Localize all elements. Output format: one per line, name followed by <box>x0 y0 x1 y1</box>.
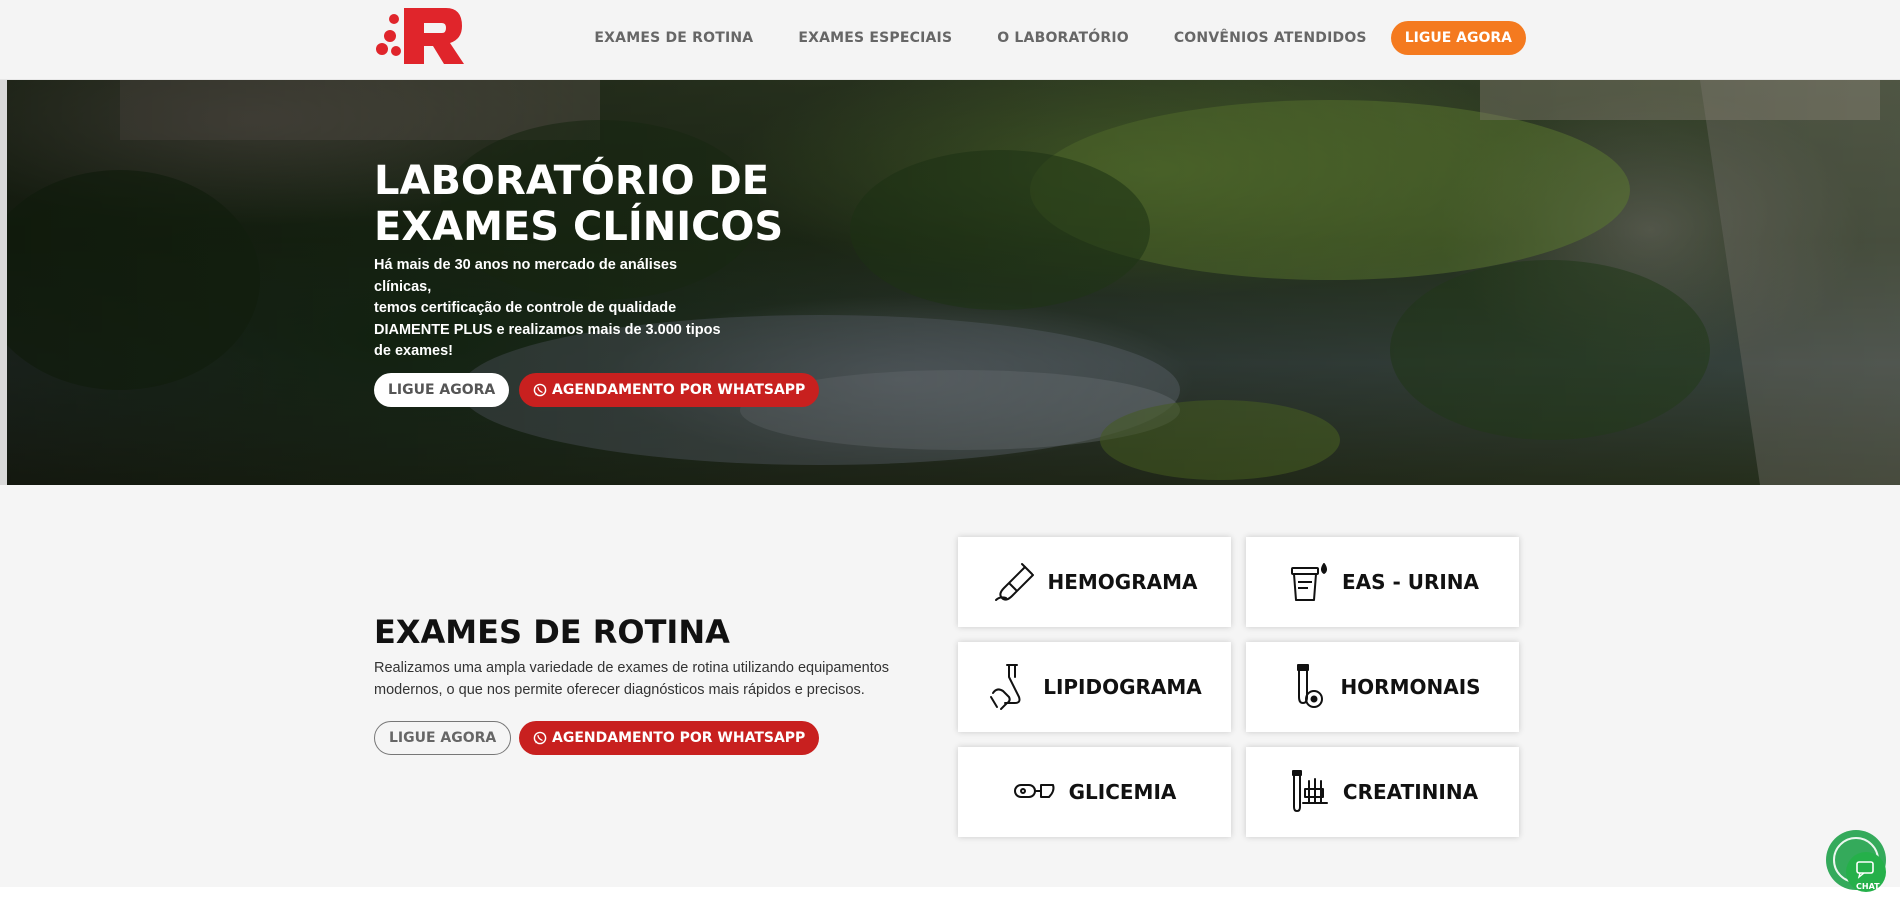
hero-text-line: Há mais de 30 anos no mercado de análise… <box>374 257 678 295</box>
exam-card-label: CREATININA <box>1342 780 1479 804</box>
section-title: EXAMES DE ROTINA <box>374 613 730 651</box>
section-description: Realizamos uma ampla variedade de exames… <box>374 658 914 701</box>
exam-card-glicemia[interactable]: GLICEMIA <box>958 747 1231 837</box>
chat-widget[interactable]: CHAT <box>1822 828 1892 898</box>
hero-description: Há mais de 30 anos no mercado de análise… <box>374 255 724 363</box>
nav-o-laboratorio[interactable]: O LABORATÓRIO <box>997 30 1129 46</box>
section-whatsapp-label: AGENDAMENTO POR WHATSAPP <box>552 730 806 746</box>
whatsapp-icon <box>533 383 547 397</box>
site-header: EXAMES DE ROTINA EXAMES ESPECIAIS O LABO… <box>0 0 1900 80</box>
exam-card-eas-urina[interactable]: EAS - URINA <box>1246 537 1519 627</box>
exam-card-label: HEMOGRAMA <box>1047 570 1198 594</box>
exam-card-hormonais[interactable]: HORMONAIS <box>1246 642 1519 732</box>
hero-whatsapp-label: AGENDAMENTO POR WHATSAPP <box>552 382 806 398</box>
hand-flask-icon <box>987 664 1031 710</box>
exam-card-label: EAS - URINA <box>1341 570 1480 594</box>
nav-exames-especiais[interactable]: EXAMES ESPECIAIS <box>798 30 952 46</box>
test-tube-icon <box>992 559 1036 605</box>
logo[interactable] <box>374 6 466 66</box>
hero-overlay <box>0 80 1900 485</box>
urine-cup-icon <box>1286 559 1330 605</box>
hero-text-line: DIAMENTE PLUS e realizamos mais de 3.000… <box>374 321 721 338</box>
exam-card-hemograma[interactable]: HEMOGRAMA <box>958 537 1231 627</box>
chat-label: CHAT <box>1856 882 1880 891</box>
exam-card-label: GLICEMIA <box>1068 780 1177 804</box>
tubes-rack-icon <box>1287 769 1331 815</box>
section-text-line: modernos, o que nos permite oferecer dia… <box>374 681 865 698</box>
exam-card-creatinina[interactable]: CREATININA <box>1246 747 1519 837</box>
glucose-meter-icon <box>1013 769 1057 815</box>
hero-whatsapp-button[interactable]: AGENDAMENTO POR WHATSAPP <box>519 373 820 407</box>
nav-convenios[interactable]: CONVÊNIOS ATENDIDOS <box>1174 30 1367 46</box>
hero-title: LABORATÓRIO DE EXAMES CLÍNICOS <box>374 158 934 250</box>
whatsapp-icon <box>533 731 547 745</box>
header-call-button[interactable]: LIGUE AGORA <box>1390 21 1526 55</box>
exam-card-label: LIPIDOGRAMA <box>1043 675 1202 699</box>
tube-hormone-icon <box>1284 664 1328 710</box>
section-text-line: Realizamos uma ampla variedade de exames… <box>374 660 890 676</box>
hero-edge <box>0 80 7 485</box>
hero-banner: LABORATÓRIO DE EXAMES CLÍNICOS Há mais d… <box>0 80 1900 485</box>
hero-call-button[interactable]: LIGUE AGORA <box>374 373 510 407</box>
exam-card-lipidograma[interactable]: LIPIDOGRAMA <box>958 642 1231 732</box>
main-nav: EXAMES DE ROTINA EXAMES ESPECIAIS O LABO… <box>549 0 1526 76</box>
next-section-edge <box>0 887 1900 914</box>
section-call-button[interactable]: LIGUE AGORA <box>374 721 512 755</box>
exam-card-label: HORMONAIS <box>1340 675 1481 699</box>
hero-text-line: de exames! <box>374 343 453 359</box>
nav-exames-rotina[interactable]: EXAMES DE ROTINA <box>594 30 753 46</box>
routine-exams-section: EXAMES DE ROTINA Realizamos uma ampla va… <box>0 485 1900 887</box>
hero-title-line: LABORATÓRIO DE <box>374 158 770 204</box>
hero-title-line: EXAMES CLÍNICOS <box>374 204 784 250</box>
section-whatsapp-button[interactable]: AGENDAMENTO POR WHATSAPP <box>519 721 820 755</box>
hero-text-line: temos certificação de controle de qualid… <box>374 300 677 316</box>
